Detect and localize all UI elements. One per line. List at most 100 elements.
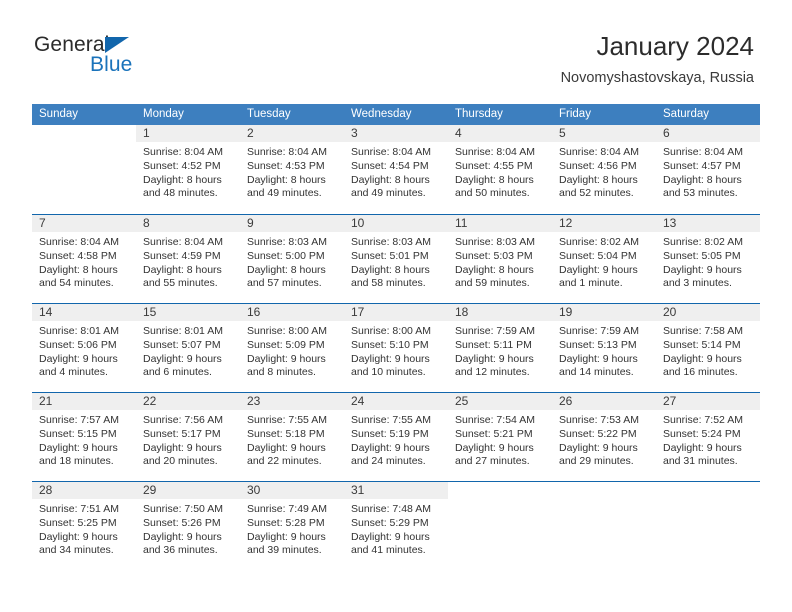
sunrise-text: Sunrise: 7:55 AM <box>247 414 327 426</box>
day-cell[interactable]: 30 Sunrise: 7:49 AM Sunset: 5:28 PM Dayligh… <box>240 482 344 570</box>
day-info: Sunrise: 7:52 AM Sunset: 5:24 PM Daylight:… <box>656 410 760 469</box>
daylight-text-line1: Daylight: 8 hours <box>143 263 222 276</box>
day-number: 21 <box>39 394 53 408</box>
sunset-text: Sunset: 5:19 PM <box>351 427 429 440</box>
weekday-header-saturday: Saturday <box>663 108 710 120</box>
day-info: Sunrise: 7:59 AM Sunset: 5:13 PM Daylight:… <box>552 321 656 380</box>
sunrise-text: Sunrise: 7:49 AM <box>247 503 327 515</box>
day-cell[interactable]: 16 Sunrise: 8:00 AM Sunset: 5:09 PM Dayligh… <box>240 304 344 392</box>
daylight-text-line1: Daylight: 9 hours <box>351 441 430 454</box>
day-number: 28 <box>39 483 53 497</box>
sunrise-text: Sunrise: 7:50 AM <box>143 503 223 515</box>
day-cell[interactable]: 24 Sunrise: 7:55 AM Sunset: 5:19 PM Dayligh… <box>344 393 448 481</box>
day-cell-empty <box>656 482 760 570</box>
daylight-text-line1: Daylight: 9 hours <box>247 530 326 543</box>
sunset-text: Sunset: 5:09 PM <box>247 338 325 351</box>
day-info: Sunrise: 8:04 AM Sunset: 4:53 PM Daylight:… <box>240 142 344 201</box>
day-number-band: 14 <box>32 304 136 321</box>
day-number-band: 2 <box>240 125 344 142</box>
daylight-text-line1: Daylight: 9 hours <box>455 352 534 365</box>
sunset-text: Sunset: 5:22 PM <box>559 427 637 440</box>
day-cell[interactable]: 22 Sunrise: 7:56 AM Sunset: 5:17 PM Dayligh… <box>136 393 240 481</box>
day-cell[interactable]: 11 Sunrise: 8:03 AM Sunset: 5:03 PM Dayligh… <box>448 215 552 303</box>
sunset-text: Sunset: 5:03 PM <box>455 249 533 262</box>
day-number-band: 6 <box>656 125 760 142</box>
day-info: Sunrise: 8:04 AM Sunset: 4:54 PM Daylight:… <box>344 142 448 201</box>
general-blue-logo[interactable]: General Blue <box>34 34 234 86</box>
day-cell-empty <box>32 125 136 214</box>
week-row: 1 Sunrise: 8:04 AM Sunset: 4:52 PM Daylight… <box>32 125 760 214</box>
daylight-text-line2: and 50 minutes. <box>455 187 530 200</box>
weekday-header-tuesday: Tuesday <box>247 108 291 120</box>
day-number: 23 <box>247 394 261 408</box>
day-cell[interactable]: 18 Sunrise: 7:59 AM Sunset: 5:11 PM Dayligh… <box>448 304 552 392</box>
day-info: Sunrise: 7:54 AM Sunset: 5:21 PM Daylight:… <box>448 410 552 469</box>
day-cell[interactable]: 7 Sunrise: 8:04 AM Sunset: 4:58 PM Daylight… <box>32 215 136 303</box>
day-cell[interactable]: 20 Sunrise: 7:58 AM Sunset: 5:14 PM Dayligh… <box>656 304 760 392</box>
day-cell[interactable]: 28 Sunrise: 7:51 AM Sunset: 5:25 PM Dayligh… <box>32 482 136 570</box>
logo-text-blue: Blue <box>90 53 133 76</box>
day-cell[interactable]: 31 Sunrise: 7:48 AM Sunset: 5:29 PM Dayligh… <box>344 482 448 570</box>
day-number: 6 <box>663 126 670 140</box>
day-number: 3 <box>351 126 358 140</box>
week-row: 28 Sunrise: 7:51 AM Sunset: 5:25 PM Dayligh… <box>32 481 760 570</box>
day-cell[interactable]: 19 Sunrise: 7:59 AM Sunset: 5:13 PM Dayligh… <box>552 304 656 392</box>
day-number-band: 16 <box>240 304 344 321</box>
day-cell[interactable]: 4 Sunrise: 8:04 AM Sunset: 4:55 PM Daylight… <box>448 125 552 214</box>
day-cell[interactable]: 21 Sunrise: 7:57 AM Sunset: 5:15 PM Dayligh… <box>32 393 136 481</box>
daylight-text-line2: and 3 minutes. <box>663 277 732 290</box>
day-cell[interactable]: 23 Sunrise: 7:55 AM Sunset: 5:18 PM Dayligh… <box>240 393 344 481</box>
day-cell[interactable]: 10 Sunrise: 8:03 AM Sunset: 5:01 PM Dayligh… <box>344 215 448 303</box>
sunrise-text: Sunrise: 8:01 AM <box>39 325 119 337</box>
day-cell[interactable]: 1 Sunrise: 8:04 AM Sunset: 4:52 PM Daylight… <box>136 125 240 214</box>
daylight-text-line1: Daylight: 9 hours <box>39 530 118 543</box>
sunrise-text: Sunrise: 7:53 AM <box>559 414 639 426</box>
sunset-text: Sunset: 5:14 PM <box>663 338 741 351</box>
day-cell[interactable]: 2 Sunrise: 8:04 AM Sunset: 4:53 PM Daylight… <box>240 125 344 214</box>
day-cell[interactable]: 8 Sunrise: 8:04 AM Sunset: 4:59 PM Daylight… <box>136 215 240 303</box>
day-number: 12 <box>559 216 573 230</box>
sunrise-text: Sunrise: 7:48 AM <box>351 503 431 515</box>
sunset-text: Sunset: 4:54 PM <box>351 159 429 172</box>
daylight-text-line2: and 49 minutes. <box>351 187 426 200</box>
day-cell[interactable]: 29 Sunrise: 7:50 AM Sunset: 5:26 PM Dayligh… <box>136 482 240 570</box>
day-cell[interactable]: 26 Sunrise: 7:53 AM Sunset: 5:22 PM Dayligh… <box>552 393 656 481</box>
page-subtitle: Novomyshastovskaya, Russia <box>560 70 754 86</box>
week-row: 7 Sunrise: 8:04 AM Sunset: 4:58 PM Daylight… <box>32 214 760 303</box>
day-cell[interactable]: 5 Sunrise: 8:04 AM Sunset: 4:56 PM Daylight… <box>552 125 656 214</box>
day-cell[interactable]: 9 Sunrise: 8:03 AM Sunset: 5:00 PM Daylight… <box>240 215 344 303</box>
day-number: 19 <box>559 305 573 319</box>
day-cell[interactable]: 17 Sunrise: 8:00 AM Sunset: 5:10 PM Dayligh… <box>344 304 448 392</box>
day-info: Sunrise: 8:00 AM Sunset: 5:09 PM Daylight:… <box>240 321 344 380</box>
sunset-text: Sunset: 5:07 PM <box>143 338 221 351</box>
day-cell[interactable]: 15 Sunrise: 8:01 AM Sunset: 5:07 PM Dayligh… <box>136 304 240 392</box>
sunset-text: Sunset: 5:28 PM <box>247 516 325 529</box>
sunrise-text: Sunrise: 8:04 AM <box>663 146 743 158</box>
day-cell[interactable]: 3 Sunrise: 8:04 AM Sunset: 4:54 PM Daylight… <box>344 125 448 214</box>
page-header: General Blue January 2024 Novomyshastovs… <box>0 0 792 100</box>
sunrise-text: Sunrise: 8:04 AM <box>455 146 535 158</box>
daylight-text-line1: Daylight: 9 hours <box>143 530 222 543</box>
day-number: 25 <box>455 394 469 408</box>
day-cell[interactable]: 27 Sunrise: 7:52 AM Sunset: 5:24 PM Dayligh… <box>656 393 760 481</box>
day-cell[interactable]: 12 Sunrise: 8:02 AM Sunset: 5:04 PM Dayligh… <box>552 215 656 303</box>
day-info: Sunrise: 8:02 AM Sunset: 5:05 PM Daylight:… <box>656 232 760 291</box>
sunrise-text: Sunrise: 8:04 AM <box>559 146 639 158</box>
sunset-text: Sunset: 5:00 PM <box>247 249 325 262</box>
day-number: 22 <box>143 394 157 408</box>
day-info: Sunrise: 8:04 AM Sunset: 4:58 PM Daylight:… <box>32 232 136 291</box>
day-cell[interactable]: 13 Sunrise: 8:02 AM Sunset: 5:05 PM Dayligh… <box>656 215 760 303</box>
day-cell[interactable]: 6 Sunrise: 8:04 AM Sunset: 4:57 PM Daylight… <box>656 125 760 214</box>
day-cell[interactable]: 14 Sunrise: 8:01 AM Sunset: 5:06 PM Dayligh… <box>32 304 136 392</box>
sunset-text: Sunset: 5:10 PM <box>351 338 429 351</box>
daylight-text-line1: Daylight: 9 hours <box>559 263 638 276</box>
week-row: 21 Sunrise: 7:57 AM Sunset: 5:15 PM Dayligh… <box>32 392 760 481</box>
day-info: Sunrise: 8:04 AM Sunset: 4:57 PM Daylight:… <box>656 142 760 201</box>
daylight-text-line2: and 27 minutes. <box>455 455 530 468</box>
day-number-band: 12 <box>552 215 656 232</box>
weekday-header-monday: Monday <box>143 108 184 120</box>
day-info: Sunrise: 8:01 AM Sunset: 5:07 PM Daylight:… <box>136 321 240 380</box>
day-cell[interactable]: 25 Sunrise: 7:54 AM Sunset: 5:21 PM Dayligh… <box>448 393 552 481</box>
daylight-text-line2: and 49 minutes. <box>247 187 322 200</box>
weekday-header-thursday: Thursday <box>455 108 503 120</box>
